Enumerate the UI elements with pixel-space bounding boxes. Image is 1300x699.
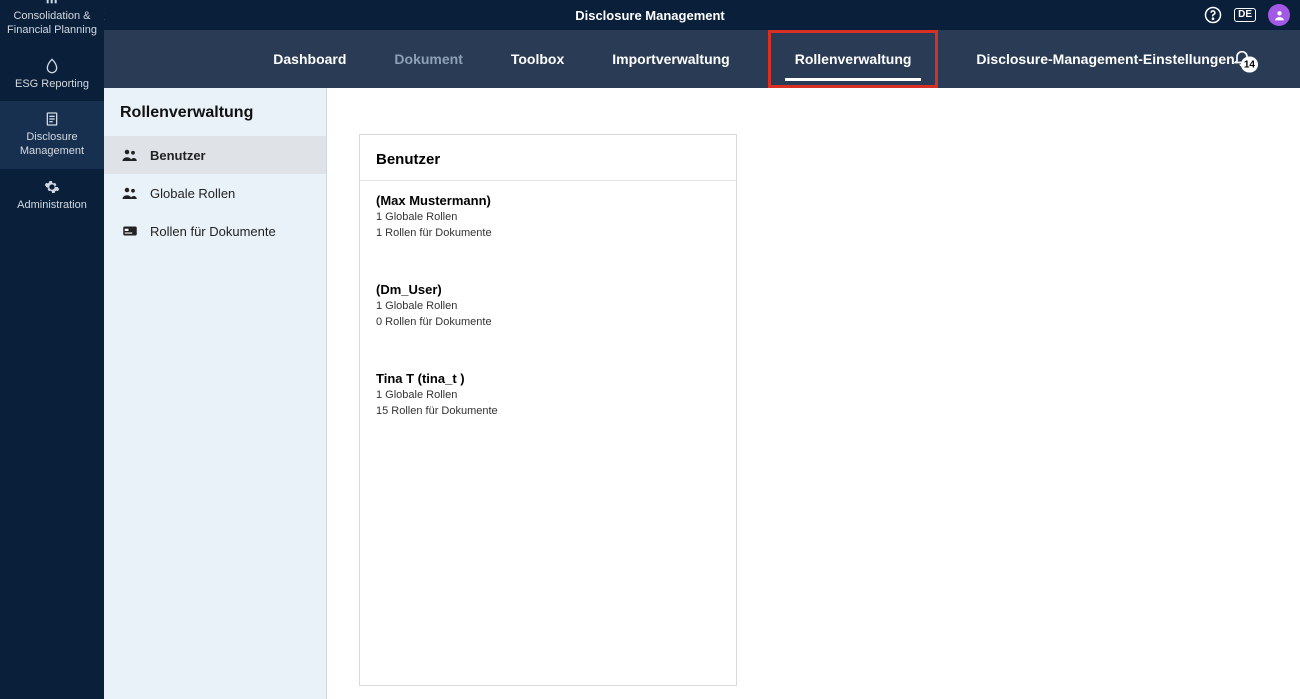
notifications-button[interactable]: 14 [1232, 48, 1252, 71]
user-name: (Dm_User) [376, 282, 720, 297]
card-title: Benutzer [360, 135, 736, 181]
tab-settings[interactable]: Disclosure-Management-Einstellungen [966, 45, 1244, 73]
notification-count: 14 [1241, 57, 1258, 73]
section-title: Rollenverwaltung [104, 104, 326, 136]
doc-icon [6, 111, 98, 127]
sidebar-item-esg[interactable]: ESG Reporting [0, 48, 104, 102]
user-avatar[interactable] [1268, 4, 1290, 26]
sidepanel-item-doc-rollen[interactable]: Rollen für Dokumente [104, 212, 326, 250]
app-title: Disclosure Management [0, 8, 1300, 23]
gear-icon [6, 179, 98, 195]
user-global-roles: 1 Globale Rollen [376, 210, 720, 226]
topbar: Lucanet Disclosure Management DE [0, 0, 1300, 30]
card-icon [120, 222, 140, 240]
sidebar-item-consolidation[interactable]: Consolidation & Financial Planning [0, 0, 104, 48]
user-global-roles: 1 Globale Rollen [376, 299, 720, 315]
user-meta: 1 Globale Rollen 1 Rollen für Dokumente [376, 210, 720, 242]
users-icon [120, 146, 140, 164]
user-doc-roles: 0 Rollen für Dokumente [376, 315, 720, 331]
user-name: (Max Mustermann) [376, 193, 720, 208]
sidebar-item-label: Consolidation & Financial Planning [7, 10, 97, 36]
tab-highlight: Rollenverwaltung [768, 30, 939, 88]
tab-import[interactable]: Importverwaltung [602, 45, 739, 73]
user-meta: 1 Globale Rollen 15 Rollen für Dokumente [376, 388, 720, 420]
sidepanel-item-label: Rollen für Dokumente [150, 224, 276, 239]
user-row[interactable]: (Max Mustermann) 1 Globale Rollen 1 Roll… [360, 181, 736, 246]
user-row[interactable]: (Dm_User) 1 Globale Rollen 0 Rollen für … [360, 270, 736, 335]
user-row[interactable]: Tina T (tina_t ) 1 Globale Rollen 15 Rol… [360, 359, 736, 424]
sidepanel-item-label: Benutzer [150, 148, 206, 163]
tab-dashboard[interactable]: Dashboard [263, 45, 356, 73]
sidepanel-item-benutzer[interactable]: Benutzer [104, 136, 326, 174]
user-icon [1273, 9, 1286, 22]
sidebar-item-admin[interactable]: Administration [0, 169, 104, 223]
user-global-roles: 1 Globale Rollen [376, 388, 720, 404]
leaf-icon [6, 58, 98, 74]
primary-sidebar: Consolidation & Financial Planning ESG R… [0, 0, 104, 699]
user-name: Tina T (tina_t ) [376, 371, 720, 386]
main-content: Benutzer (Max Mustermann) 1 Globale Roll… [327, 88, 1300, 699]
sidebar-item-label: ESG Reporting [15, 78, 89, 90]
sidepanel-item-globale-rollen[interactable]: Globale Rollen [104, 174, 326, 212]
section-sidebar: Rollenverwaltung Benutzer Globale Rollen [104, 88, 327, 699]
user-meta: 1 Globale Rollen 0 Rollen für Dokumente [376, 299, 720, 331]
sidepanel-item-label: Globale Rollen [150, 186, 235, 201]
language-selector[interactable]: DE [1234, 8, 1256, 22]
user-doc-roles: 1 Rollen für Dokumente [376, 226, 720, 242]
tab-dokument[interactable]: Dokument [384, 45, 472, 73]
bar-chart-icon [6, 0, 98, 6]
sidebar-item-disclosure[interactable]: Disclosure Management [0, 101, 104, 169]
sidebar-item-label: Administration [17, 199, 87, 211]
users-icon [120, 184, 140, 202]
secondary-nav: Dashboard Dokument Toolbox Importverwalt… [104, 30, 1300, 88]
help-icon[interactable] [1204, 6, 1222, 24]
tab-toolbox[interactable]: Toolbox [501, 45, 574, 73]
tab-rollen[interactable]: Rollenverwaltung [785, 45, 922, 73]
users-card: Benutzer (Max Mustermann) 1 Globale Roll… [359, 134, 737, 686]
user-doc-roles: 15 Rollen für Dokumente [376, 404, 720, 420]
sidebar-item-label: Disclosure Management [20, 131, 84, 157]
